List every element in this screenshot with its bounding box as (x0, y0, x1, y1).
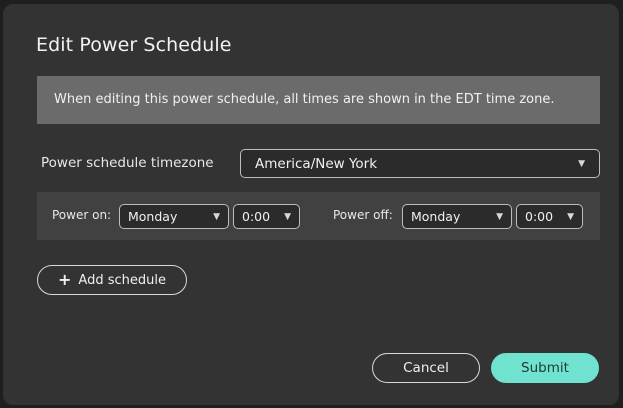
edit-power-schedule-dialog: Edit Power Schedule When editing this po… (3, 4, 619, 405)
add-schedule-label: Add schedule (78, 272, 166, 288)
power-off-day-value: Monday (411, 209, 461, 224)
power-on-time-value: 0:00 (242, 209, 271, 224)
chevron-down-icon: ▼ (567, 211, 574, 222)
power-off-day-select[interactable]: Monday ▼ (402, 204, 512, 229)
schedule-row: Power on: Monday ▼ 0:00 ▼ Power off: Mon… (37, 192, 600, 240)
power-off-time-select[interactable]: 0:00 ▼ (516, 204, 583, 229)
chevron-down-icon: ▼ (213, 211, 220, 222)
cancel-button[interactable]: Cancel (372, 353, 480, 383)
power-on-time-select[interactable]: 0:00 ▼ (233, 204, 300, 229)
chevron-down-icon: ▼ (578, 158, 585, 169)
timezone-select[interactable]: America/New York ▼ (240, 149, 600, 178)
power-on-label: Power on: (52, 208, 112, 222)
power-off-label: Power off: (333, 208, 393, 222)
timezone-select-value: America/New York (255, 155, 378, 172)
submit-button[interactable]: Submit (491, 353, 599, 383)
chevron-down-icon: ▼ (496, 211, 503, 222)
plus-icon: + (58, 270, 72, 289)
power-on-day-value: Monday (128, 209, 178, 224)
dialog-title: Edit Power Schedule (36, 34, 232, 56)
timezone-label: Power schedule timezone (41, 155, 214, 171)
power-off-time-value: 0:00 (525, 209, 554, 224)
add-schedule-button[interactable]: + Add schedule (37, 265, 187, 295)
chevron-down-icon: ▼ (284, 211, 291, 222)
timezone-notice-banner: When editing this power schedule, all ti… (37, 76, 600, 124)
power-on-day-select[interactable]: Monday ▼ (119, 204, 229, 229)
